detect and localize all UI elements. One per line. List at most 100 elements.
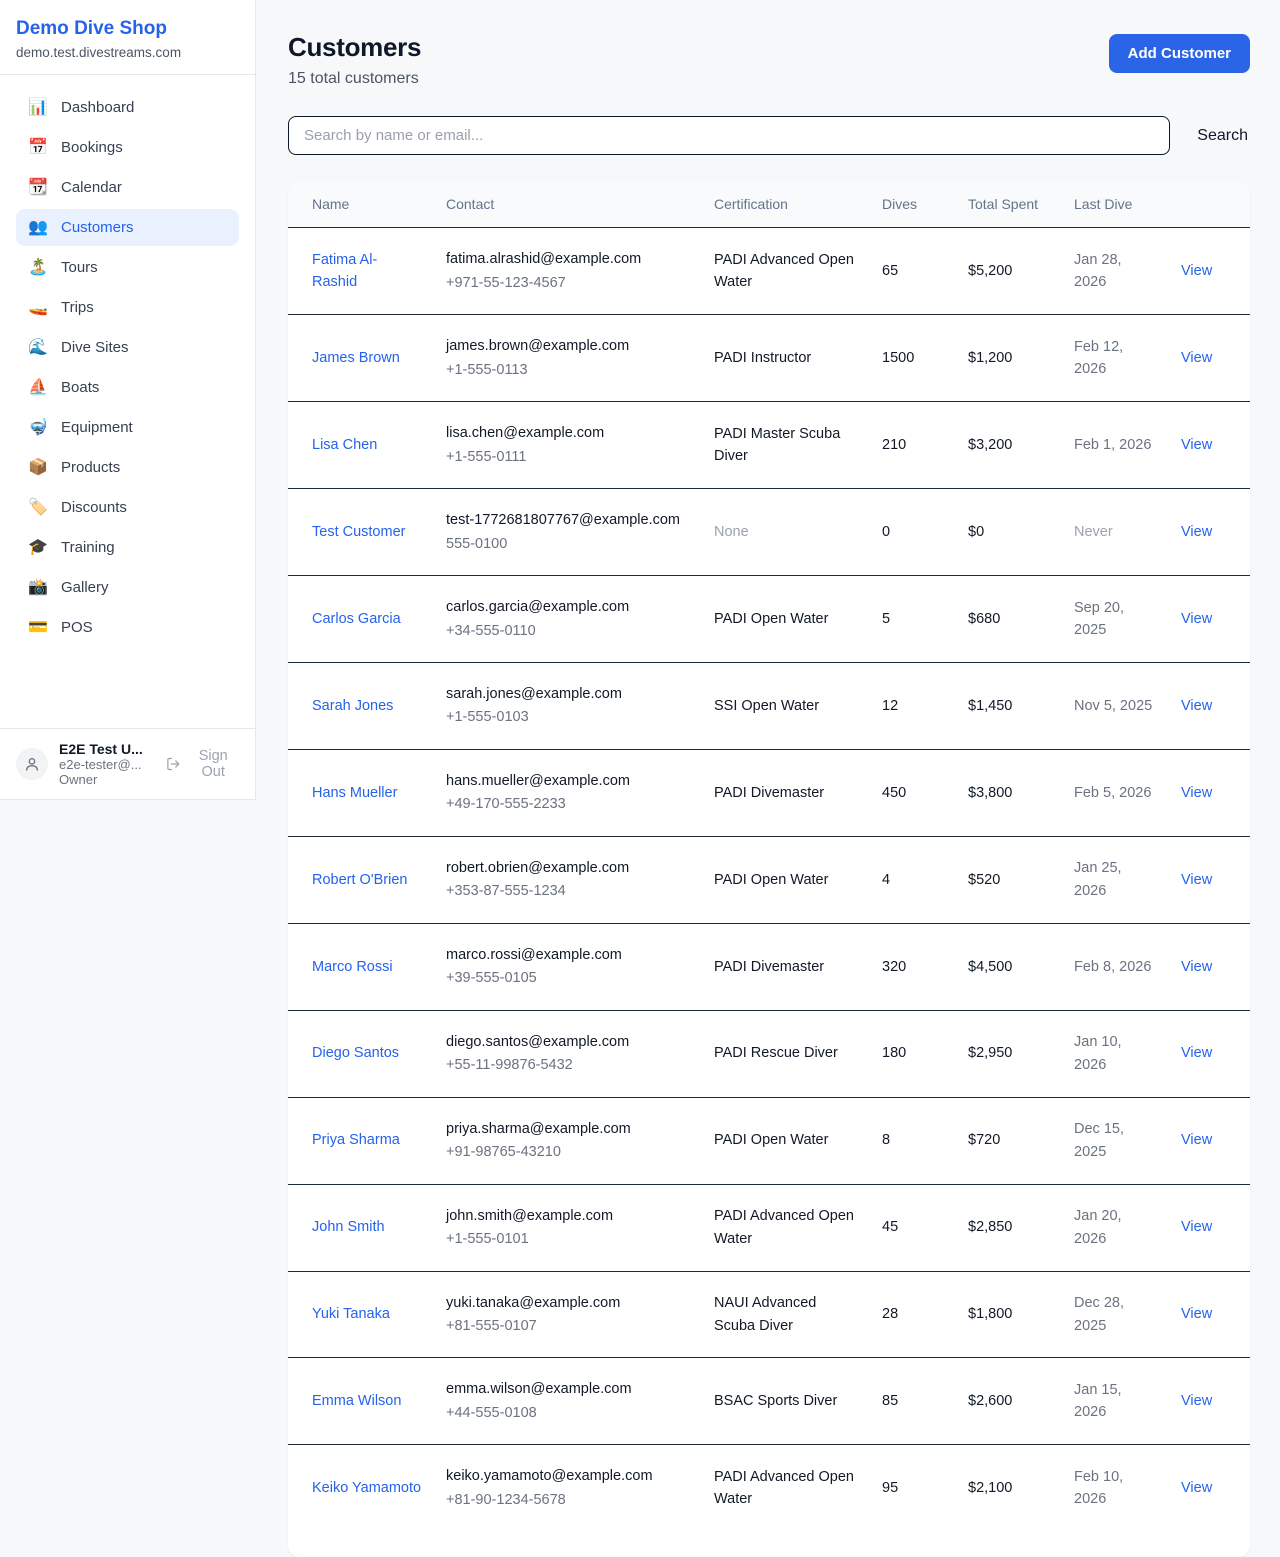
customer-email: marco.rossi@example.com	[446, 944, 690, 966]
sidebar-item-label: Tours	[61, 259, 98, 276]
customer-dives: 180	[870, 1010, 956, 1097]
sidebar-item-label: POS	[61, 619, 93, 636]
customer-name-link[interactable]: Emma Wilson	[312, 1393, 401, 1409]
sidebar-item-dive-sites[interactable]: 🌊 Dive Sites	[16, 329, 239, 366]
customer-total-spent: $4,500	[956, 923, 1062, 1010]
customer-phone: +34-555-0110	[446, 620, 690, 642]
view-link[interactable]: View	[1181, 437, 1212, 453]
sidebar-item-calendar[interactable]: 📆 Calendar	[16, 169, 239, 206]
customer-certification: PADI Divemaster	[702, 749, 870, 836]
sidebar-item-discounts[interactable]: 🏷️ Discounts	[16, 489, 239, 526]
customer-email: emma.wilson@example.com	[446, 1378, 690, 1400]
customer-last-dive: Feb 5, 2026	[1062, 749, 1169, 836]
wave-icon: 🌊	[28, 340, 48, 356]
customer-total-spent: $680	[956, 576, 1062, 663]
customer-dives: 85	[870, 1358, 956, 1445]
view-link[interactable]: View	[1181, 1132, 1212, 1148]
view-link[interactable]: View	[1181, 1393, 1212, 1409]
page-title: Customers	[288, 32, 421, 63]
customer-last-dive: Feb 1, 2026	[1062, 402, 1169, 489]
table-row: Yuki Tanaka yuki.tanaka@example.com +81-…	[288, 1271, 1250, 1358]
customer-name-link[interactable]: Marco Rossi	[312, 959, 393, 975]
view-link[interactable]: View	[1181, 1219, 1212, 1235]
customer-name-link[interactable]: Sarah Jones	[312, 698, 393, 714]
customer-certification: PADI Rescue Diver	[702, 1010, 870, 1097]
sidebar-item-label: Discounts	[61, 499, 127, 516]
customer-email: carlos.garcia@example.com	[446, 596, 690, 618]
customer-name-link[interactable]: Test Customer	[312, 524, 405, 540]
customer-phone: +1-555-0113	[446, 359, 690, 381]
column-header-last-dive: Last Dive	[1062, 181, 1169, 228]
search-input[interactable]	[288, 116, 1170, 155]
sidebar-item-label: Training	[61, 539, 115, 556]
sidebar-item-tours[interactable]: 🏝️ Tours	[16, 249, 239, 286]
view-link[interactable]: View	[1181, 959, 1212, 975]
table-row: Emma Wilson emma.wilson@example.com +44-…	[288, 1358, 1250, 1445]
view-link[interactable]: View	[1181, 1480, 1212, 1496]
customer-email: yuki.tanaka@example.com	[446, 1292, 690, 1314]
sidebar-item-gallery[interactable]: 📸 Gallery	[16, 569, 239, 606]
customer-name-link[interactable]: Carlos Garcia	[312, 611, 401, 627]
sidebar-item-training[interactable]: 🎓 Training	[16, 529, 239, 566]
table-row: Lisa Chen lisa.chen@example.com +1-555-0…	[288, 402, 1250, 489]
customer-name-link[interactable]: Priya Sharma	[312, 1132, 400, 1148]
customer-name-link[interactable]: James Brown	[312, 350, 400, 366]
customer-email: sarah.jones@example.com	[446, 683, 690, 705]
customer-phone: +353-87-555-1234	[446, 880, 690, 902]
customer-total-spent: $3,200	[956, 402, 1062, 489]
customer-last-dive: Feb 10, 2026	[1062, 1445, 1169, 1531]
sidebar-item-pos[interactable]: 💳 POS	[16, 609, 239, 646]
customer-name-link[interactable]: John Smith	[312, 1219, 385, 1235]
tear-off-calendar-icon: 📆	[28, 180, 48, 196]
customer-phone: 555-0100	[446, 533, 690, 555]
customer-total-spent: $2,950	[956, 1010, 1062, 1097]
customer-email: priya.sharma@example.com	[446, 1118, 690, 1140]
customer-name-link[interactable]: Robert O'Brien	[312, 872, 407, 888]
sidebar-item-boats[interactable]: ⛵ Boats	[16, 369, 239, 406]
customer-total-spent: $5,200	[956, 228, 1062, 315]
customer-name-link[interactable]: Keiko Yamamoto	[312, 1480, 421, 1496]
view-link[interactable]: View	[1181, 785, 1212, 801]
sidebar-item-customers[interactable]: 👥 Customers	[16, 209, 239, 246]
view-link[interactable]: View	[1181, 1306, 1212, 1322]
camera-flash-icon: 📸	[28, 580, 48, 596]
table-row: Sarah Jones sarah.jones@example.com +1-5…	[288, 662, 1250, 749]
customer-name-link[interactable]: Lisa Chen	[312, 437, 377, 453]
diving-mask-icon: 🤿	[28, 420, 48, 436]
column-header-name: Name	[288, 181, 434, 228]
view-link[interactable]: View	[1181, 611, 1212, 627]
sidebar-item-label: Trips	[61, 299, 94, 316]
sign-out-button[interactable]: Sign Out	[166, 748, 239, 780]
search-button[interactable]: Search	[1195, 123, 1250, 149]
customer-name-link[interactable]: Diego Santos	[312, 1045, 399, 1061]
customer-phone: +91-98765-43210	[446, 1141, 690, 1163]
graduation-cap-icon: 🎓	[28, 540, 48, 556]
user-role: Owner	[59, 772, 155, 787]
view-link[interactable]: View	[1181, 698, 1212, 714]
customer-certification: PADI Advanced Open Water	[702, 1184, 870, 1271]
customer-name-link[interactable]: Fatima Al-Rashid	[312, 252, 377, 290]
view-link[interactable]: View	[1181, 524, 1212, 540]
view-link[interactable]: View	[1181, 350, 1212, 366]
customer-total-spent: $2,850	[956, 1184, 1062, 1271]
customer-phone: +39-555-0105	[446, 967, 690, 989]
customer-name-link[interactable]: Yuki Tanaka	[312, 1306, 390, 1322]
customer-name-link[interactable]: Hans Mueller	[312, 785, 397, 801]
sidebar-item-bookings[interactable]: 📅 Bookings	[16, 129, 239, 166]
sidebar-item-products[interactable]: 📦 Products	[16, 449, 239, 486]
customer-certification: PADI Advanced Open Water	[702, 228, 870, 315]
sidebar-item-equipment[interactable]: 🤿 Equipment	[16, 409, 239, 446]
customer-certification: PADI Open Water	[702, 576, 870, 663]
customer-dives: 1500	[870, 315, 956, 402]
user-info: E2E Test U... e2e-tester@... Owner	[59, 741, 155, 787]
sidebar-item-label: Products	[61, 459, 120, 476]
table-row: Hans Mueller hans.mueller@example.com +4…	[288, 749, 1250, 836]
sign-out-label: Sign Out	[187, 748, 239, 780]
view-link[interactable]: View	[1181, 1045, 1212, 1061]
view-link[interactable]: View	[1181, 263, 1212, 279]
view-link[interactable]: View	[1181, 872, 1212, 888]
sidebar-item-dashboard[interactable]: 📊 Dashboard	[16, 89, 239, 126]
sidebar-item-trips[interactable]: 🚤 Trips	[16, 289, 239, 326]
add-customer-button[interactable]: Add Customer	[1109, 34, 1250, 73]
page-header: Customers 15 total customers Add Custome…	[288, 32, 1250, 88]
